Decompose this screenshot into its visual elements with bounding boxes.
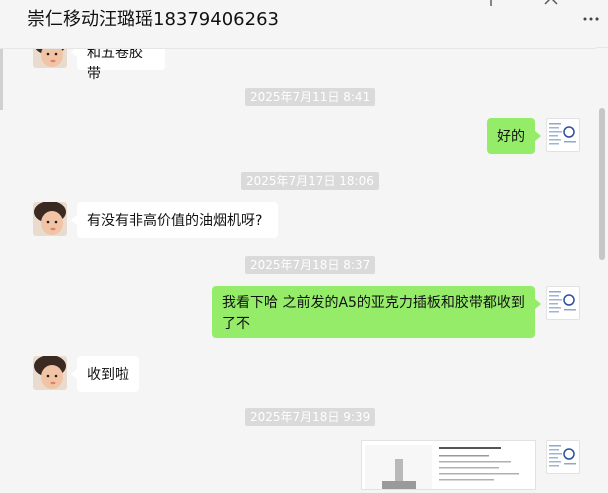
my-avatar[interactable]	[546, 118, 580, 152]
message-bubble-outgoing[interactable]: 我看下哈 之前发的A5的亚克力插板和胶带都收到了不	[212, 286, 535, 338]
message-text: 收到啦	[87, 367, 129, 383]
plus-icon[interactable]	[484, 0, 498, 6]
my-avatar[interactable]	[546, 440, 580, 474]
more-horizontal-icon[interactable]	[582, 16, 600, 22]
product-screenshot-image	[365, 445, 519, 489]
scrollbar-thumb[interactable]	[599, 108, 605, 260]
message-text: 我看下哈 之前发的A5的亚克力插板和胶带都收到了不	[222, 295, 525, 332]
document-avatar-icon	[549, 445, 576, 467]
message-text: 有没有非高价值的油烟机呀?	[87, 213, 263, 229]
message-bubble-incoming[interactable]: 和五卷胶带	[77, 34, 165, 82]
contact-avatar[interactable]	[33, 202, 67, 236]
baby-avatar-icon	[33, 356, 67, 390]
contact-avatar[interactable]	[33, 34, 67, 68]
document-avatar-icon	[549, 291, 576, 313]
bubble-tail	[535, 131, 541, 141]
my-avatar[interactable]	[546, 286, 580, 320]
message-bubble-incoming[interactable]: 有没有非高价值的油烟机呀?	[77, 202, 278, 238]
timestamp: 2025年7月11日 8:41	[245, 88, 376, 106]
timestamp: 2025年7月18日 8:37	[245, 256, 376, 274]
window-edge	[0, 48, 3, 110]
baby-avatar-icon	[33, 202, 67, 236]
bubble-tail	[535, 299, 541, 309]
chat-title: 崇仁移动汪璐瑶18379406263	[27, 9, 279, 30]
contact-avatar[interactable]	[33, 356, 67, 390]
message-text: 和五卷胶带	[87, 45, 143, 82]
message-text: 好的	[497, 129, 525, 145]
document-avatar-icon	[549, 123, 576, 145]
chat-scrollbar[interactable]	[596, 48, 608, 483]
timestamp: 2025年7月18日 9:39	[245, 408, 376, 426]
timestamp: 2025年7月17日 18:06	[241, 172, 379, 190]
message-bubble-outgoing[interactable]: 好的	[487, 118, 535, 154]
message-bubble-incoming[interactable]: 收到啦	[77, 356, 139, 392]
baby-avatar-icon	[33, 34, 67, 68]
close-icon[interactable]	[544, 0, 558, 5]
